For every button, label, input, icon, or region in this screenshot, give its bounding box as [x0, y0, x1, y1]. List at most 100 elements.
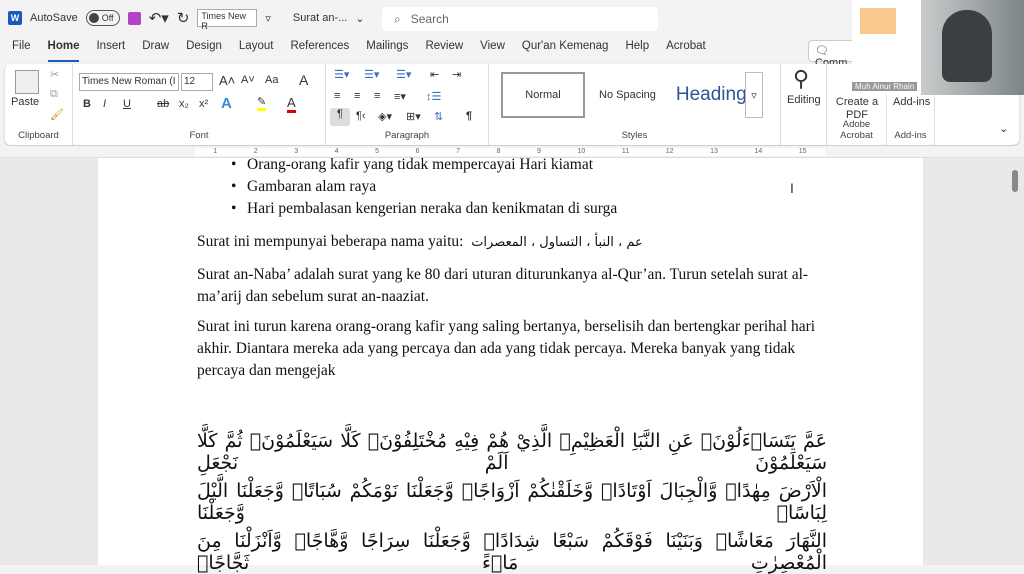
justify-icon[interactable]: ≡▾	[394, 90, 406, 103]
toggle-state: Off	[101, 13, 114, 23]
event-logo	[860, 8, 896, 34]
align-center-icon[interactable]: ≡	[354, 90, 360, 102]
paragraph-label: Paragraph	[384, 130, 430, 141]
tab-layout[interactable]: Layout	[239, 40, 274, 62]
rtl-icon[interactable]: ¶‹	[356, 110, 366, 122]
acrobat-label: Adobe Acrobat	[840, 119, 873, 141]
ruler-tick: 7	[456, 148, 460, 155]
superscript-icon[interactable]: x²	[199, 98, 208, 110]
presenter-video	[942, 10, 992, 82]
collapse-ribbon-icon[interactable]: ⌄	[999, 122, 1008, 135]
search-placeholder: Search	[410, 12, 449, 26]
editing-button[interactable]: Editing	[787, 94, 821, 106]
tab-mailings[interactable]: Mailings	[366, 40, 408, 62]
format-painter-icon[interactable]: 🖌	[50, 108, 64, 121]
multilevel-list-icon[interactable]: ☰▾	[396, 68, 411, 81]
clear-formatting-icon[interactable]: A	[299, 72, 308, 88]
font-size-select[interactable]: 12	[181, 73, 213, 91]
cut-icon[interactable]: ✂	[50, 68, 59, 81]
addins-label: Add-ins	[894, 130, 927, 141]
sort-icon[interactable]: ⇅	[434, 110, 443, 123]
find-icon[interactable]: ⚲	[793, 66, 809, 92]
chevron-down-icon[interactable]: ⌄	[355, 12, 364, 25]
align-left-icon[interactable]: ≡	[334, 90, 340, 102]
bullet-item: Gambaran alam raya	[231, 178, 376, 196]
styles-label: Styles	[621, 130, 648, 141]
paragraph-reason: Surat ini turun karena orang-orang kafir…	[197, 318, 816, 379]
show-marks-icon[interactable]: ¶	[466, 110, 472, 122]
ruler-tick: 14	[754, 148, 763, 155]
names-lead: Surat ini mempunyai beberapa nama yaitu:	[197, 233, 464, 250]
line-spacing-icon[interactable]: ↕☰	[426, 90, 441, 103]
tab-draw[interactable]: Draw	[142, 40, 169, 62]
arabic-verse-line: الْاَرْضَ مِهٰدًاۙ وَّالْجِبَالَ اَوْتَا…	[197, 480, 827, 524]
ruler-tick: 2	[253, 148, 258, 155]
tab-help[interactable]: Help	[625, 40, 649, 62]
ruler-tick: 4	[334, 148, 339, 155]
vertical-scrollbar[interactable]	[1012, 170, 1018, 192]
shading-icon[interactable]: ◈▾	[378, 110, 392, 123]
tab-file[interactable]: File	[12, 40, 31, 62]
editing-group: ⚲ Editing	[781, 64, 827, 145]
word-logo-icon: W	[8, 11, 22, 25]
ltr-icon[interactable]: ¶	[330, 108, 350, 126]
ruler-tick: 9	[537, 148, 541, 155]
undo-icon[interactable]: ↶▾	[149, 9, 169, 27]
arabic-verse-line: عَمَّ يَتَسَاۤءَلُوْنَۚ عَنِ النَّبَاِ ا…	[197, 430, 827, 474]
strikethrough-icon[interactable]: ab	[157, 98, 169, 110]
redo-icon[interactable]: ↻	[177, 9, 190, 27]
change-case-button[interactable]: Aa	[265, 74, 278, 86]
clipboard-label: Clipboard	[18, 130, 59, 141]
ruler-tick: 1	[213, 148, 218, 155]
bullet-item: Hari pembalasan kengerian neraka dan ken…	[231, 200, 617, 218]
text-cursor-icon: I	[790, 180, 794, 196]
document-page[interactable]: Orang-orang kafir yang tidak mempercayai…	[98, 156, 923, 574]
tab-insert[interactable]: Insert	[96, 40, 125, 62]
tab-references[interactable]: References	[290, 40, 349, 62]
tab-review[interactable]: Review	[425, 40, 463, 62]
autosave-toggle[interactable]: Off	[85, 10, 120, 26]
borders-icon[interactable]: ⊞▾	[406, 110, 421, 123]
font-name-select[interactable]: Times New Roman (I	[79, 73, 179, 91]
underline-icon[interactable]: U	[123, 98, 131, 110]
grow-font-icon[interactable]: A˄	[219, 73, 235, 88]
paste-button[interactable]: Paste	[11, 96, 39, 108]
save-icon[interactable]	[127, 11, 141, 25]
menu-bar: File Home Insert Draw Design Layout Refe…	[0, 40, 723, 62]
styles-more-icon[interactable]: ▿	[745, 72, 763, 118]
style-no-spacing[interactable]: No Spacing	[599, 89, 656, 101]
bold-icon[interactable]: B	[83, 98, 91, 110]
align-right-icon[interactable]: ≡	[374, 90, 380, 102]
shrink-font-icon[interactable]: A˅	[241, 74, 255, 86]
style-gallery: No Spacing Heading	[585, 72, 763, 118]
customize-toolbar-icon[interactable]: ▿	[265, 12, 271, 25]
bullets-icon[interactable]: ☰▾	[334, 68, 349, 81]
paragraph-names: Surat ini mempunyai beberapa nama yaitu:…	[197, 231, 827, 254]
paste-icon[interactable]	[15, 70, 39, 94]
search-icon: ⌕	[394, 11, 401, 26]
italic-icon[interactable]: I	[103, 98, 106, 110]
font-label: Font	[189, 130, 209, 141]
document-title[interactable]: Surat an-...	[293, 12, 347, 24]
copy-icon[interactable]: ⧉	[50, 88, 58, 101]
text-effects-icon[interactable]: A	[221, 95, 232, 112]
tab-home[interactable]: Home	[47, 40, 80, 62]
tab-quran-kemenag[interactable]: Qur'an Kemenag	[522, 40, 609, 62]
increase-indent-icon[interactable]: ⇥	[452, 68, 461, 81]
style-heading[interactable]: Heading	[676, 84, 747, 106]
highlight-icon[interactable]: ✎	[257, 95, 267, 111]
style-normal[interactable]: Normal	[501, 72, 585, 118]
font-color-icon[interactable]: A	[287, 95, 296, 113]
numbering-icon[interactable]: ☰▾	[364, 68, 379, 81]
search-input[interactable]: ⌕ Search	[382, 7, 658, 31]
addins-button[interactable]: Add-ins	[893, 96, 930, 108]
names-arabic: عم ، النبأ ، التساول ، المعصرات	[471, 235, 643, 250]
quick-font-select[interactable]: Times New R	[197, 9, 258, 31]
font-group: Times New Roman (I 12 A˄ A˅ Aa A B I U a…	[73, 64, 326, 145]
tab-design[interactable]: Design	[186, 40, 222, 62]
ruler-tick: 13	[710, 148, 718, 155]
subscript-icon[interactable]: x₂	[179, 98, 189, 110]
tab-view[interactable]: View	[480, 40, 505, 62]
tab-acrobat[interactable]: Acrobat	[666, 40, 706, 62]
decrease-indent-icon[interactable]: ⇤	[430, 68, 439, 81]
